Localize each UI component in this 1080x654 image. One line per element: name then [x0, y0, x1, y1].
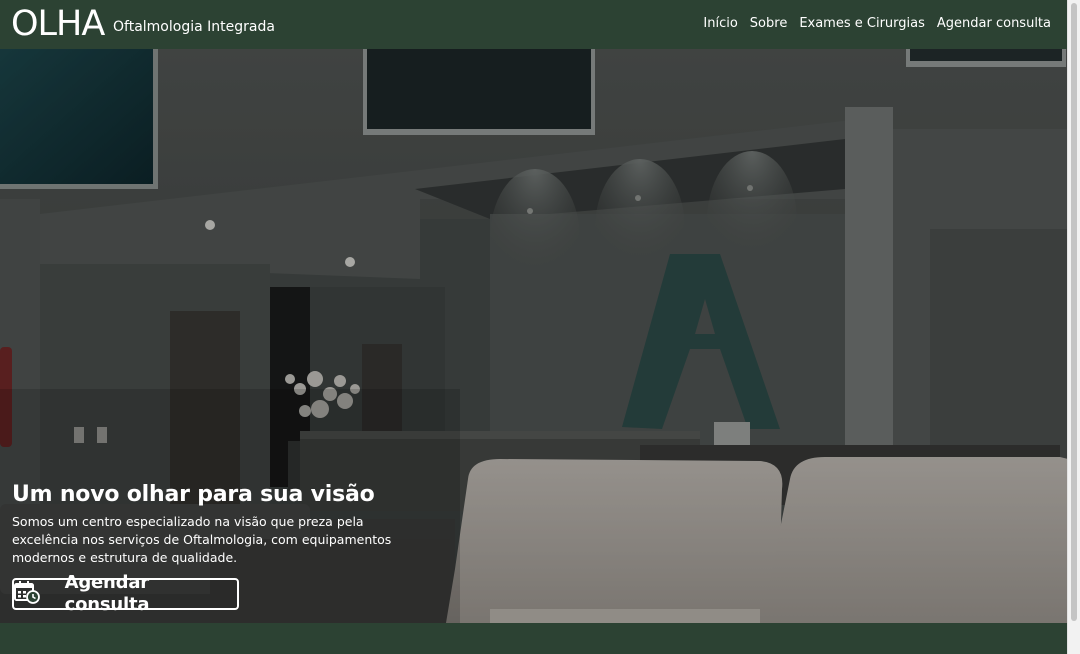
- hero-text-block: Um novo olhar para sua visão Somos um ce…: [12, 481, 432, 567]
- calendar-clock-icon: [14, 581, 56, 606]
- scrollbar-thumb[interactable]: [1071, 3, 1077, 621]
- nav-item-sobre[interactable]: Sobre: [750, 16, 788, 32]
- hero-section: Um novo olhar para sua visão Somos um ce…: [0, 49, 1068, 623]
- nav-item-inicio[interactable]: Início: [703, 16, 737, 32]
- main-nav: Início Sobre Exames e Cirurgias Agendar …: [703, 16, 1051, 32]
- logo-subtitle: Oftalmologia Integrada: [113, 19, 275, 35]
- site-header: OLHA Oftalmologia Integrada Início Sobre…: [0, 0, 1068, 49]
- schedule-appointment-label: Agendar consulta: [64, 572, 150, 615]
- nav-item-exames-e-cirurgias[interactable]: Exames e Cirurgias: [799, 16, 925, 32]
- hero-title: Um novo olhar para sua visão: [12, 482, 375, 507]
- hero-description: Somos um centro especializado na visão q…: [12, 514, 392, 565]
- nav-item-agendar-consulta[interactable]: Agendar consulta: [937, 16, 1051, 32]
- logo[interactable]: OLHA: [11, 4, 105, 44]
- schedule-appointment-button[interactable]: Agendar consulta: [12, 572, 239, 615]
- page-scrollbar[interactable]: [1067, 0, 1080, 654]
